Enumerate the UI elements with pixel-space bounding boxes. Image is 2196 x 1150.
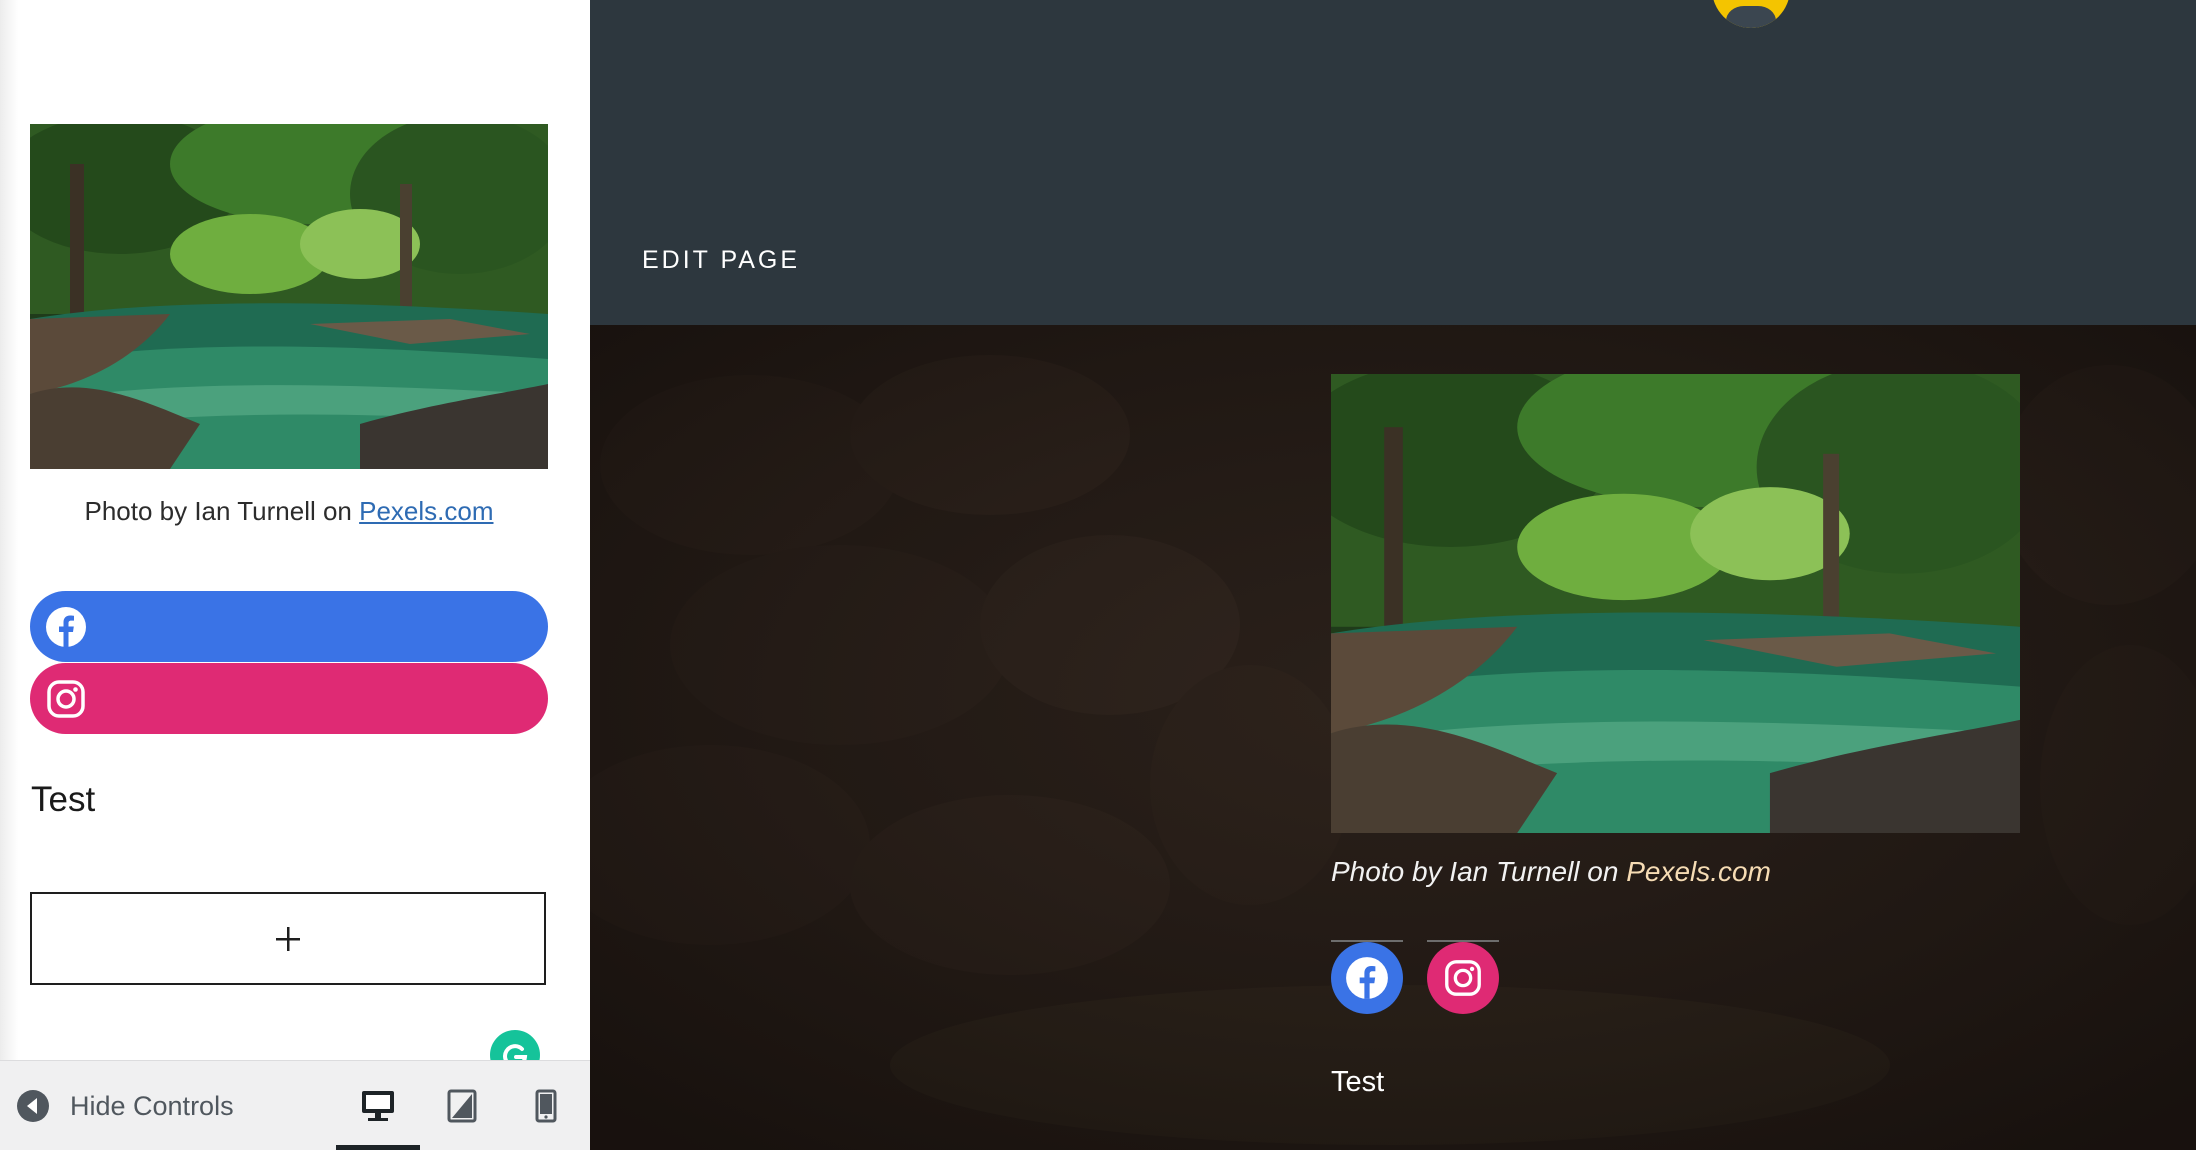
facebook-social-link[interactable]	[1331, 942, 1403, 1014]
tablet-preview-button[interactable]	[434, 1077, 490, 1135]
mobile-preview-button[interactable]	[518, 1077, 574, 1135]
facebook-icon	[46, 606, 86, 647]
customizer-sidebar: Photo by Ian Turnell on Pexels.com Test	[0, 0, 590, 1150]
hide-controls-button[interactable]: Hide Controls	[16, 1081, 234, 1131]
avatar	[1712, 0, 1790, 28]
instagram-icon	[1445, 960, 1481, 996]
sidebar-image[interactable]	[30, 124, 548, 469]
preview-heading: Test	[1331, 1066, 1385, 1098]
desktop-preview-button[interactable]	[336, 1077, 420, 1150]
site-preview: EDIT PAGE Photo by Ian Turnell on Pexels…	[590, 0, 2196, 1150]
facebook-social-link[interactable]	[30, 591, 548, 662]
preview-image-caption: Photo by Ian Turnell on Pexels.com	[1331, 856, 1771, 888]
sidebar-image-caption: Photo by Ian Turnell on Pexels.com	[30, 496, 548, 527]
caption-text: Photo by Ian Turnell on	[1331, 856, 1627, 887]
tablet-icon	[447, 1089, 477, 1123]
sidebar-heading: Test	[31, 780, 96, 819]
pexels-link[interactable]: Pexels.com	[1626, 856, 1771, 887]
instagram-icon	[47, 679, 85, 718]
mobile-icon	[535, 1089, 557, 1123]
caption-text: Photo by Ian Turnell on	[84, 496, 360, 526]
preview-image[interactable]	[1331, 374, 2020, 833]
instagram-social-link[interactable]	[1427, 942, 1499, 1014]
plus-icon	[276, 926, 300, 951]
collapse-arrow-icon	[17, 1090, 49, 1122]
customizer-footer: Hide Controls	[0, 1060, 590, 1150]
facebook-icon	[1346, 957, 1388, 999]
site-header: EDIT PAGE	[590, 0, 2196, 325]
pexels-link[interactable]: Pexels.com	[359, 496, 493, 526]
desktop-icon	[362, 1091, 394, 1121]
sidebar-shadow	[0, 0, 18, 1060]
add-block-button[interactable]	[30, 892, 546, 985]
hide-controls-label: Hide Controls	[70, 1090, 234, 1121]
instagram-social-link[interactable]	[30, 663, 548, 734]
edit-page-link[interactable]: EDIT PAGE	[642, 246, 800, 275]
